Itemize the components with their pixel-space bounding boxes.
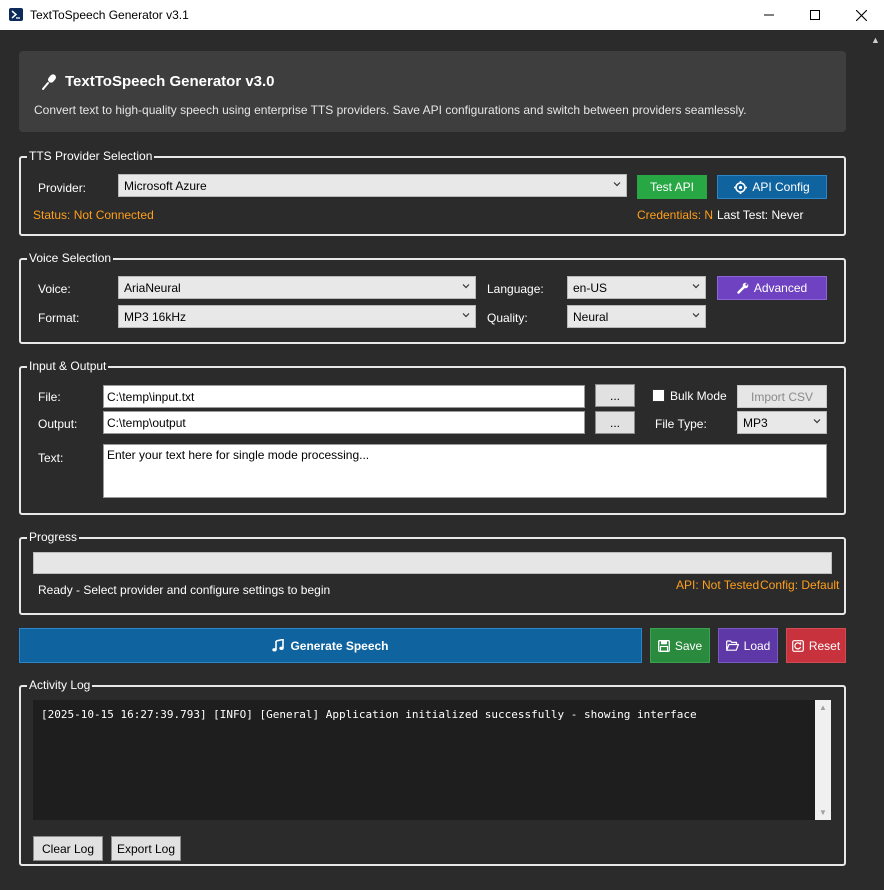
maximize-button[interactable] xyxy=(792,0,838,30)
powershell-icon xyxy=(9,8,23,21)
provider-group-legend: TTS Provider Selection xyxy=(27,148,155,164)
browse-output-label: ... xyxy=(609,415,620,430)
load-label: Load xyxy=(743,638,771,653)
window-titlebar: TextToSpeech Generator v3.1 xyxy=(0,0,884,30)
advanced-label: Advanced xyxy=(753,281,808,295)
reset-icon xyxy=(791,639,804,652)
file-type-label: File Type: xyxy=(655,417,707,431)
import-csv-button[interactable]: Import CSV xyxy=(737,385,827,408)
load-button[interactable]: Load xyxy=(718,628,778,663)
chevron-down-icon xyxy=(692,284,700,289)
format-select[interactable]: MP3 16kHz xyxy=(118,305,476,328)
progress-status-text: Ready - Select provider and configure se… xyxy=(38,583,331,597)
browse-output-button[interactable]: ... xyxy=(595,411,635,434)
maximize-icon xyxy=(810,10,820,20)
voice-select-value: AriaNeural xyxy=(124,281,181,295)
reset-label: Reset xyxy=(808,638,841,653)
chevron-down-icon xyxy=(462,284,470,289)
text-input-value: Enter your text here for single mode pro… xyxy=(107,448,370,462)
chevron-down-icon xyxy=(462,313,470,318)
minimize-icon xyxy=(764,14,774,16)
save-button[interactable]: Save xyxy=(650,628,710,663)
chevron-down-icon xyxy=(692,313,700,318)
test-api-button[interactable]: Test API xyxy=(637,175,707,199)
app-title: TextToSpeech Generator v3.0 xyxy=(65,73,275,90)
close-icon xyxy=(855,9,867,21)
log-group-legend: Activity Log xyxy=(27,677,93,693)
voice-group: Voice Selection xyxy=(19,250,846,344)
api-config-label: API Config xyxy=(752,180,810,194)
microphone-icon xyxy=(42,74,56,90)
provider-label: Provider: xyxy=(38,181,87,195)
close-button[interactable] xyxy=(838,0,884,30)
music-note-icon xyxy=(272,639,285,652)
quality-select-value: Neural xyxy=(573,310,609,324)
file-type-select-value: MP3 xyxy=(743,416,768,430)
scroll-up-icon[interactable]: ▲ xyxy=(819,703,827,712)
file-label: File: xyxy=(38,390,61,404)
folder-open-icon xyxy=(725,640,739,651)
save-label: Save xyxy=(674,638,703,653)
format-select-value: MP3 16kHz xyxy=(124,310,187,324)
file-type-select[interactable]: MP3 xyxy=(737,411,827,434)
connection-status: Status: Not Connected xyxy=(33,208,154,222)
log-scrollbar[interactable]: ▲ ▼ xyxy=(815,700,831,820)
io-group-legend: Input & Output xyxy=(27,358,109,374)
export-log-button[interactable]: Export Log xyxy=(111,836,181,861)
advanced-button[interactable]: Advanced xyxy=(717,276,827,300)
header-panel: TextToSpeech Generator v3.0 Convert text… xyxy=(19,51,846,132)
credentials-status: Credentials: N xyxy=(637,208,714,222)
app-description: Convert text to high-quality speech usin… xyxy=(34,103,747,117)
provider-select-value: Microsoft Azure xyxy=(124,179,207,193)
scroll-down-icon[interactable]: ▼ xyxy=(819,808,827,817)
save-icon xyxy=(657,639,670,652)
voice-label: Voice: xyxy=(38,282,71,296)
output-path-input[interactable]: C:\temp\output xyxy=(103,411,585,434)
output-label: Output: xyxy=(38,417,78,431)
quality-label: Quality: xyxy=(487,311,528,325)
scroll-up-icon[interactable]: ▲ xyxy=(871,35,880,45)
gear-icon xyxy=(734,180,748,194)
language-select[interactable]: en-US xyxy=(567,276,706,299)
test-api-label: Test API xyxy=(649,180,695,194)
reset-button[interactable]: Reset xyxy=(786,628,846,663)
voice-group-legend: Voice Selection xyxy=(27,250,114,266)
import-csv-label: Import CSV xyxy=(750,389,813,404)
window-title: TextToSpeech Generator v3.1 xyxy=(30,8,189,22)
chevron-down-icon xyxy=(613,182,621,187)
provider-select[interactable]: Microsoft Azure xyxy=(118,174,627,197)
wrench-icon xyxy=(737,282,749,294)
minimize-button[interactable] xyxy=(746,0,792,30)
file-path-input[interactable]: C:\temp\input.txt xyxy=(103,385,585,408)
log-entry: [2025-10-15 16:27:39.793] [INFO] [Genera… xyxy=(41,708,697,721)
language-select-value: en-US xyxy=(573,281,608,295)
quality-select[interactable]: Neural xyxy=(567,305,706,328)
clear-log-label: Clear Log xyxy=(41,841,95,856)
bulk-mode-label: Bulk Mode xyxy=(670,389,727,403)
text-input[interactable]: Enter your text here for single mode pro… xyxy=(103,444,827,498)
generate-speech-button[interactable]: Generate Speech xyxy=(19,628,642,663)
window-scrollbar[interactable]: ▲ xyxy=(867,30,884,890)
voice-select[interactable]: AriaNeural xyxy=(118,276,476,299)
api-status: API: Not Tested xyxy=(676,578,760,592)
export-log-label: Export Log xyxy=(116,841,176,856)
progress-group-legend: Progress xyxy=(27,529,80,545)
clear-log-button[interactable]: Clear Log xyxy=(33,836,103,861)
activity-log[interactable]: [2025-10-15 16:27:39.793] [INFO] [Genera… xyxy=(33,700,831,820)
last-test-status: Last Test: Never xyxy=(717,208,804,222)
browse-file-label: ... xyxy=(609,388,620,403)
language-label: Language: xyxy=(487,282,544,296)
api-config-button[interactable]: API Config xyxy=(717,175,827,199)
format-label: Format: xyxy=(38,311,80,325)
config-status: Config: Default xyxy=(760,578,840,592)
progress-bar xyxy=(33,552,832,574)
generate-speech-label: Generate Speech xyxy=(290,638,389,653)
bulk-mode-checkbox[interactable] xyxy=(652,389,665,402)
progress-group: Progress xyxy=(19,529,846,615)
chevron-down-icon xyxy=(813,419,821,424)
browse-file-button[interactable]: ... xyxy=(595,384,635,407)
text-label: Text: xyxy=(38,451,64,465)
